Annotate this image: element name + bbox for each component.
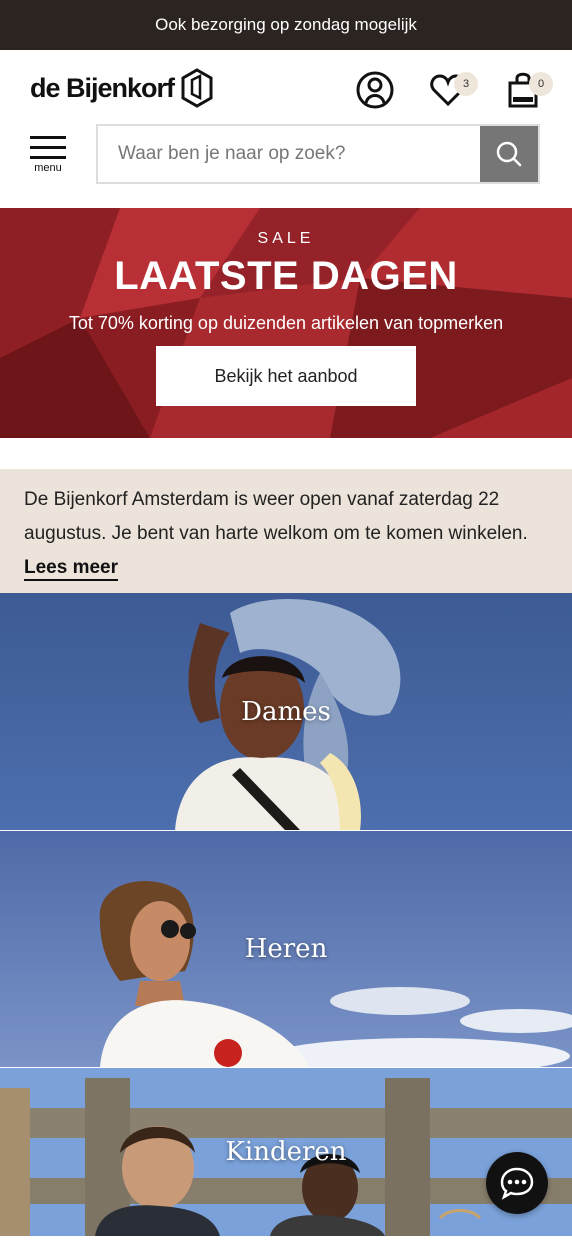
search-bar (96, 124, 540, 184)
account-button[interactable] (355, 70, 395, 110)
menu-label: menu (34, 162, 62, 174)
read-more-link[interactable]: Lees meer (24, 557, 118, 578)
sale-cta-button[interactable]: Bekijk het aanbod (156, 346, 416, 406)
sale-banner[interactable]: SALE LAATSTE DAGEN Tot 70% korting op du… (0, 208, 572, 438)
store-notice: De Bijenkorf Amsterdam is weer open vana… (0, 469, 572, 593)
cart-button[interactable]: 0 (503, 70, 553, 110)
category-tile-kinderen[interactable]: Kinderen (0, 1068, 572, 1236)
category-label-kinderen: Kinderen (225, 1137, 347, 1167)
logo-text: de Bijenkorf (30, 72, 175, 103)
sale-subtitle: Tot 70% korting op duizenden artikelen v… (68, 313, 504, 333)
search-icon (496, 141, 522, 167)
chat-button[interactable] (486, 1152, 548, 1214)
search-input[interactable] (98, 126, 480, 182)
search-button[interactable] (480, 126, 538, 182)
category-tile-heren[interactable]: Heren (0, 831, 572, 1067)
wishlist-button[interactable]: 3 (428, 70, 478, 110)
wishlist-count-badge: 3 (454, 72, 478, 96)
announcement-bar: Ook bezorging op zondag mogelijk (0, 0, 572, 50)
account-icon (356, 71, 394, 109)
category-label-heren: Heren (244, 934, 328, 964)
notice-text: De Bijenkorf Amsterdam is weer open vana… (24, 489, 528, 544)
announcement-text: Ook bezorging op zondag mogelijk (155, 15, 417, 34)
sale-title: LAATSTE DAGEN (114, 254, 458, 298)
menu-button[interactable]: menu (30, 136, 66, 176)
category-label-dames: Dames (241, 696, 331, 727)
site-header: de Bijenkorf 3 0 menu (0, 50, 572, 208)
chat-icon (500, 1167, 534, 1200)
menu-icon (30, 136, 66, 159)
sale-label: SALE (257, 230, 315, 247)
category-tile-dames[interactable]: Dames (0, 593, 572, 830)
logo[interactable]: de Bijenkorf (30, 68, 214, 108)
hexagon-logo-icon (181, 68, 213, 108)
cart-count-badge: 0 (529, 72, 553, 96)
